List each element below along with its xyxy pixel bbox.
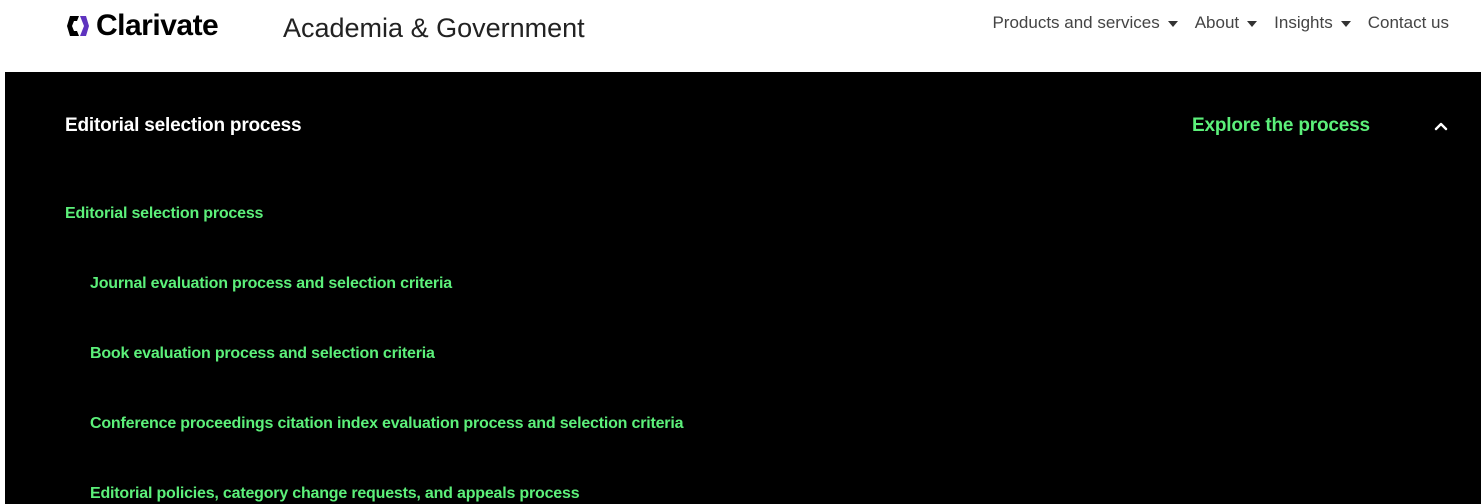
site-header: Clarivate Academia & Government Products… <box>0 0 1481 72</box>
clarivate-logo[interactable]: Clarivate <box>66 9 219 42</box>
nav-insights[interactable]: Insights <box>1274 13 1351 33</box>
nav-label: Products and services <box>992 13 1160 32</box>
link-journal-evaluation[interactable]: Journal evaluation process and selection… <box>90 274 452 294</box>
nav-label: Contact us <box>1367 13 1449 32</box>
link-editorial-selection-process[interactable]: Editorial selection process <box>65 204 263 224</box>
clarivate-logo-icon <box>67 16 89 36</box>
logo-text: Clarivate <box>96 9 219 42</box>
explore-the-process-link[interactable]: Explore the process <box>1192 114 1370 138</box>
caret-down-icon <box>1247 20 1258 27</box>
link-editorial-policies[interactable]: Editorial policies, category change requ… <box>90 484 580 504</box>
link-conference-proceedings-evaluation[interactable]: Conference proceedings citation index ev… <box>90 414 683 434</box>
section-title: Academia & Government <box>283 13 585 43</box>
nav-products-and-services[interactable]: Products and services <box>992 13 1178 33</box>
caret-down-icon <box>1340 20 1351 27</box>
caret-down-icon <box>1167 20 1178 27</box>
top-navigation: Products and services About Insights Con… <box>992 12 1449 34</box>
chevron-up-icon[interactable] <box>1431 116 1451 136</box>
editorial-process-panel: Editorial selection process Explore the … <box>5 72 1481 504</box>
panel-heading: Editorial selection process <box>65 115 302 136</box>
nav-label: About <box>1194 13 1240 32</box>
nav-contact-us[interactable]: Contact us <box>1368 13 1449 33</box>
nav-label: Insights <box>1274 13 1333 32</box>
link-book-evaluation[interactable]: Book evaluation process and selection cr… <box>90 344 435 364</box>
nav-about[interactable]: About <box>1194 13 1258 33</box>
